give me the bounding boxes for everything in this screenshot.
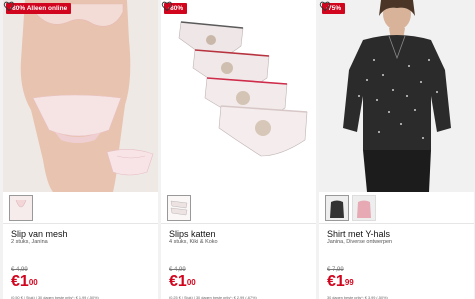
unit-price-note: (0,50 € / Stuk) | 30 dagen beste prijs*:… (11, 296, 99, 299)
cat-briefs-photo (161, 0, 316, 192)
product-image[interactable]: -80% (161, 0, 316, 192)
heart-outline-icon[interactable] (161, 0, 173, 12)
discount-badge: -80% Alleen online (6, 3, 72, 14)
price-currency: € (11, 273, 20, 290)
price-cents: 99 (344, 278, 354, 287)
price-whole: 1 (177, 273, 187, 290)
product-grid: -80% Alleen online Slip van mesh 2 stuks… (0, 0, 475, 299)
old-price: € 7,99 (327, 267, 344, 273)
variant-thumbnails (3, 192, 158, 224)
product-image[interactable]: -75% (319, 0, 474, 192)
unit-price-note: 30 dagen beste prijs*: € 3,99 (-50%) (327, 296, 388, 299)
product-image[interactable]: -80% Alleen online (3, 0, 158, 192)
current-price: €100 (3, 274, 158, 291)
price-currency: € (169, 273, 178, 290)
model-lingerie-photo (3, 0, 158, 192)
variant-thumbnail[interactable] (167, 195, 191, 221)
price-currency: € (327, 273, 336, 290)
folded-slip-image (106, 149, 154, 176)
price-whole: 1 (335, 273, 345, 290)
variant-thumbnail-dark[interactable] (325, 195, 349, 221)
product-card-slips-katten[interactable]: -80% Slips katten 4 stuks, Kiki & Koko €… (161, 0, 316, 299)
product-title[interactable]: Shirt met Y-hals (319, 224, 474, 239)
price-cents: 00 (28, 278, 38, 287)
variant-thumbnails (319, 192, 474, 224)
product-title[interactable]: Slips katten (161, 224, 316, 239)
variant-thumbnail-pink[interactable] (352, 195, 376, 221)
heart-outline-icon[interactable] (319, 0, 331, 12)
product-subtitle: Janina, Diverse ontwerpen (327, 239, 393, 245)
old-price: € 4,99 (11, 267, 28, 273)
product-title[interactable]: Slip van mesh (3, 224, 158, 239)
product-subtitle: 4 stuks, Kiki & Koko (169, 239, 218, 245)
product-card-slip-van-mesh[interactable]: -80% Alleen online Slip van mesh 2 stuks… (3, 0, 158, 299)
product-subtitle: 2 stuks, Janina (11, 239, 48, 245)
model-shirt-photo (319, 0, 474, 192)
old-price: € 4,99 (169, 267, 186, 273)
unit-price-note: (0,25 € / Stuk) | 30 dagen beste prijs*:… (169, 296, 257, 299)
variant-thumbnail[interactable] (9, 195, 33, 221)
price-whole: 1 (19, 273, 29, 290)
price-cents: 00 (186, 278, 196, 287)
product-card-shirt-met-y-hals[interactable]: -75% Shirt met Y-hals Janina, Diverse on… (319, 0, 474, 299)
current-price: €199 (319, 274, 474, 291)
heart-outline-icon[interactable] (3, 0, 15, 12)
variant-thumbnails (161, 192, 316, 224)
current-price: €100 (161, 274, 316, 291)
